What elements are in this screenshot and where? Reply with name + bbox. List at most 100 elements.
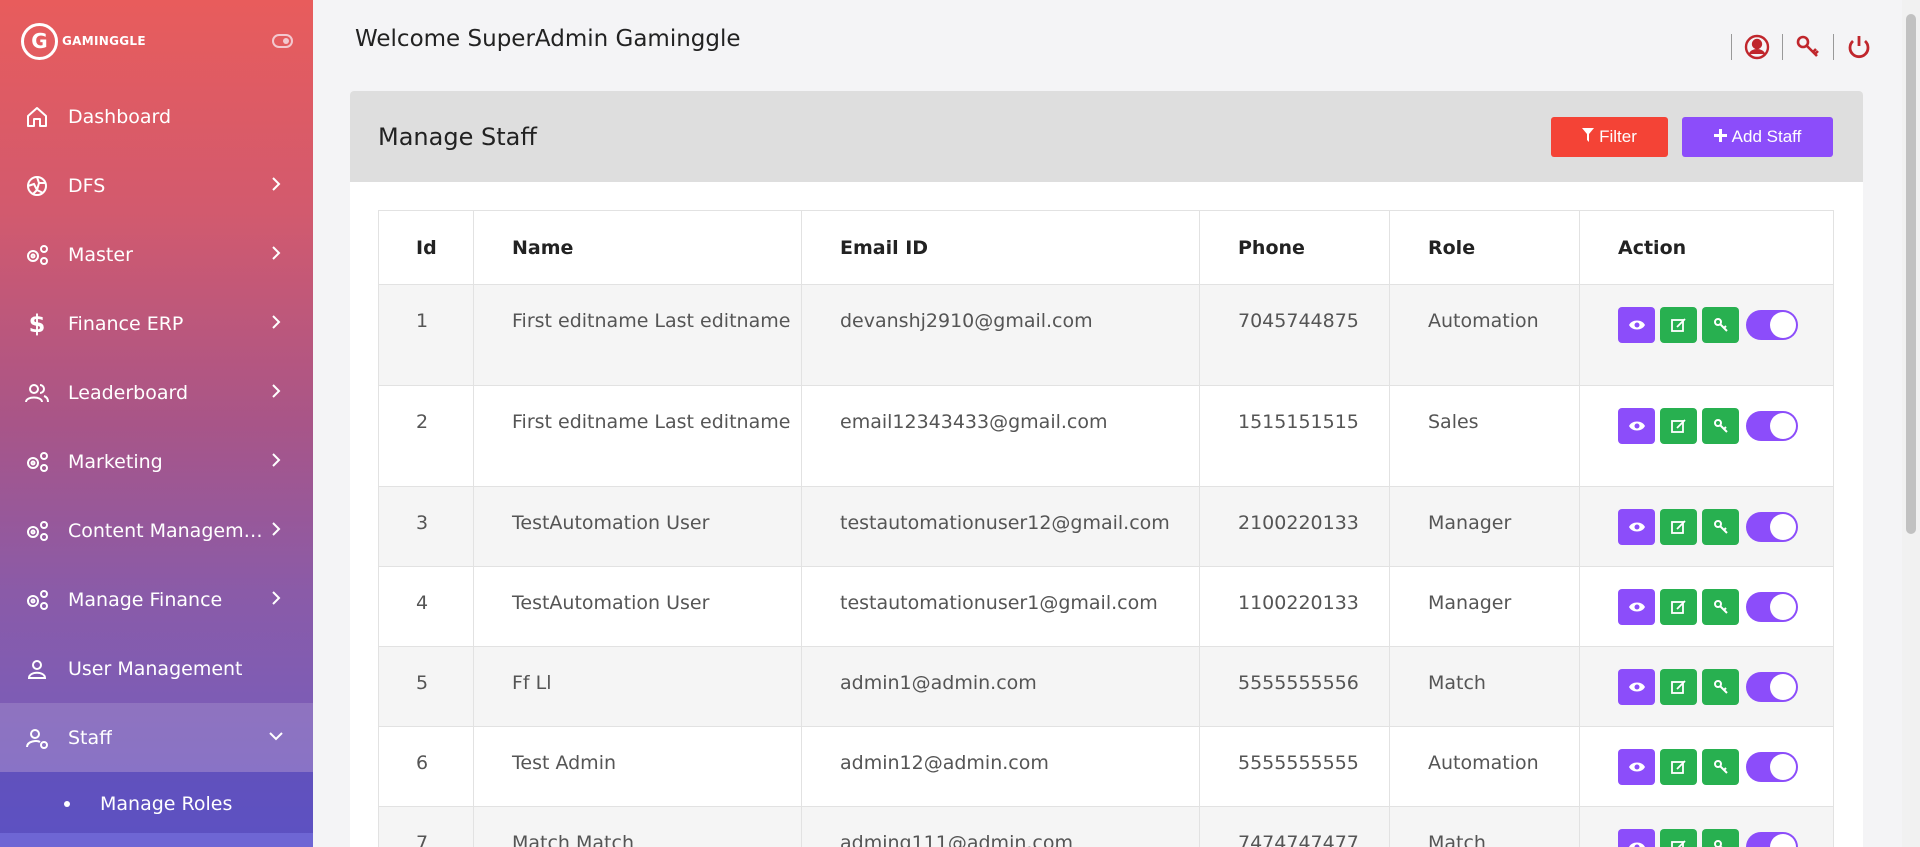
status-toggle[interactable] [1746, 832, 1798, 847]
eye-icon [1628, 522, 1645, 532]
gears-icon [24, 587, 50, 613]
cell-actions [1579, 566, 1834, 647]
reset-password-button[interactable] [1702, 307, 1739, 343]
sidebar-item-manage-finance[interactable]: Manage Finance [0, 565, 313, 634]
view-button[interactable] [1618, 829, 1655, 847]
add-staff-button[interactable]: Add Staff [1682, 117, 1833, 157]
page-scrollbar[interactable] [1902, 0, 1920, 847]
reset-password-button[interactable] [1702, 829, 1739, 847]
edit-button[interactable] [1660, 307, 1697, 343]
table-row: 4 TestAutomation User testautomationuser1@… [378, 566, 1834, 647]
cell-id: 4 [378, 566, 474, 647]
column-header-phone[interactable]: Phone [1199, 210, 1390, 285]
cell-phone: 5555555555 [1199, 726, 1390, 807]
cell-name: TestAutomation User [473, 486, 802, 567]
edit-button[interactable] [1660, 669, 1697, 705]
cell-phone: 2100220133 [1199, 486, 1390, 567]
bullet-icon [64, 801, 70, 807]
column-header-role[interactable]: Role [1389, 210, 1580, 285]
sidebar-item-finance-erp[interactable]: $ Finance ERP [0, 289, 313, 358]
reset-password-button[interactable] [1702, 749, 1739, 785]
chevron-right-icon [265, 380, 287, 402]
status-toggle[interactable] [1746, 411, 1798, 441]
status-toggle[interactable] [1746, 672, 1798, 702]
filter-button-label: Filter [1599, 127, 1637, 146]
reset-password-button[interactable] [1702, 509, 1739, 545]
power-icon[interactable] [1844, 32, 1874, 62]
sidebar-item-marketing[interactable]: Marketing [0, 427, 313, 496]
chevron-right-icon [265, 311, 287, 333]
cell-email: admin1@admin.com [801, 646, 1200, 727]
action-group [1618, 669, 1833, 705]
reset-password-button[interactable] [1702, 408, 1739, 444]
sidebar-item-label: User Management [68, 657, 243, 680]
column-header-name[interactable]: Name [473, 210, 802, 285]
view-button[interactable] [1618, 509, 1655, 545]
sidebar-item-leaderboard[interactable]: Leaderboard [0, 358, 313, 427]
cell-id: 6 [378, 726, 474, 807]
sidebar-subitem-manage-roles[interactable]: Manage Roles [0, 772, 313, 836]
edit-icon [1670, 520, 1686, 534]
reset-password-button[interactable] [1702, 669, 1739, 705]
profile-icon[interactable] [1742, 32, 1772, 62]
sidebar-item-label: Staff [68, 726, 113, 749]
view-button[interactable] [1618, 307, 1655, 343]
chevron-right-icon [265, 173, 287, 195]
edit-button[interactable] [1660, 749, 1697, 785]
view-button[interactable] [1618, 749, 1655, 785]
cell-id: 3 [378, 486, 474, 567]
sidebar-item-user-management[interactable]: User Management [0, 634, 313, 703]
edit-icon [1670, 600, 1686, 614]
sidebar-item-label: Manage Finance [68, 588, 223, 611]
header-icons [1721, 32, 1874, 62]
cell-email: testautomationuser12@gmail.com [801, 486, 1200, 567]
divider [1833, 34, 1834, 60]
status-toggle[interactable] [1746, 592, 1798, 622]
key-icon [1713, 760, 1728, 774]
cell-actions [1579, 385, 1834, 487]
page-title: Manage Staff [378, 122, 537, 151]
edit-button[interactable] [1660, 829, 1697, 847]
scrollbar-thumb[interactable] [1906, 14, 1916, 534]
column-header-email[interactable]: Email ID [801, 210, 1200, 285]
key-icon [1713, 680, 1728, 694]
cell-id: 5 [378, 646, 474, 727]
sidebar-item-dfs[interactable]: DFS [0, 151, 313, 220]
status-toggle[interactable] [1746, 752, 1798, 782]
card-header: Manage Staff Filter Add Staff [350, 91, 1863, 182]
view-button[interactable] [1618, 408, 1655, 444]
reset-password-button[interactable] [1702, 589, 1739, 625]
table-row: 5 Ff Ll admin1@admin.com 5555555556 Match [378, 646, 1834, 727]
sidebar-item-label: Master [68, 243, 133, 266]
filter-button[interactable]: Filter [1551, 117, 1668, 157]
sidebar-item-master[interactable]: Master [0, 220, 313, 289]
edit-button[interactable] [1660, 509, 1697, 545]
sidebar-item-staff[interactable]: Staff [0, 703, 313, 772]
ball-icon [24, 173, 50, 199]
cell-name: First editname Last editname [473, 385, 802, 487]
sidebar-subitem-label: Manage Roles [100, 793, 233, 815]
view-button[interactable] [1618, 589, 1655, 625]
cell-actions [1579, 646, 1834, 727]
cell-id: 1 [378, 284, 474, 386]
status-toggle[interactable] [1746, 512, 1798, 542]
eye-icon [1628, 842, 1645, 847]
status-toggle[interactable] [1746, 310, 1798, 340]
cell-name: First editname Last editname [473, 284, 802, 386]
sidebar-item-label: Finance ERP [68, 312, 184, 335]
sidebar-item-label: Marketing [68, 450, 163, 473]
user-gear-icon [24, 725, 50, 751]
cell-role: Manager [1389, 566, 1580, 647]
sidebar-item-content-management[interactable]: Content Management [0, 496, 313, 565]
table-row: 3 TestAutomation User testautomationuser12… [378, 486, 1834, 567]
edit-button[interactable] [1660, 408, 1697, 444]
eye-icon [1628, 320, 1645, 330]
view-button[interactable] [1618, 669, 1655, 705]
edit-button[interactable] [1660, 589, 1697, 625]
sidebar-item-dashboard[interactable]: Dashboard [0, 82, 313, 151]
cell-role: Sales [1389, 385, 1580, 487]
key-icon[interactable] [1793, 32, 1823, 62]
column-header-id[interactable]: Id [378, 210, 474, 285]
sidebar-toggle-icon[interactable] [272, 34, 293, 48]
brand-logo[interactable]: G GAMINGGLE [0, 0, 313, 82]
